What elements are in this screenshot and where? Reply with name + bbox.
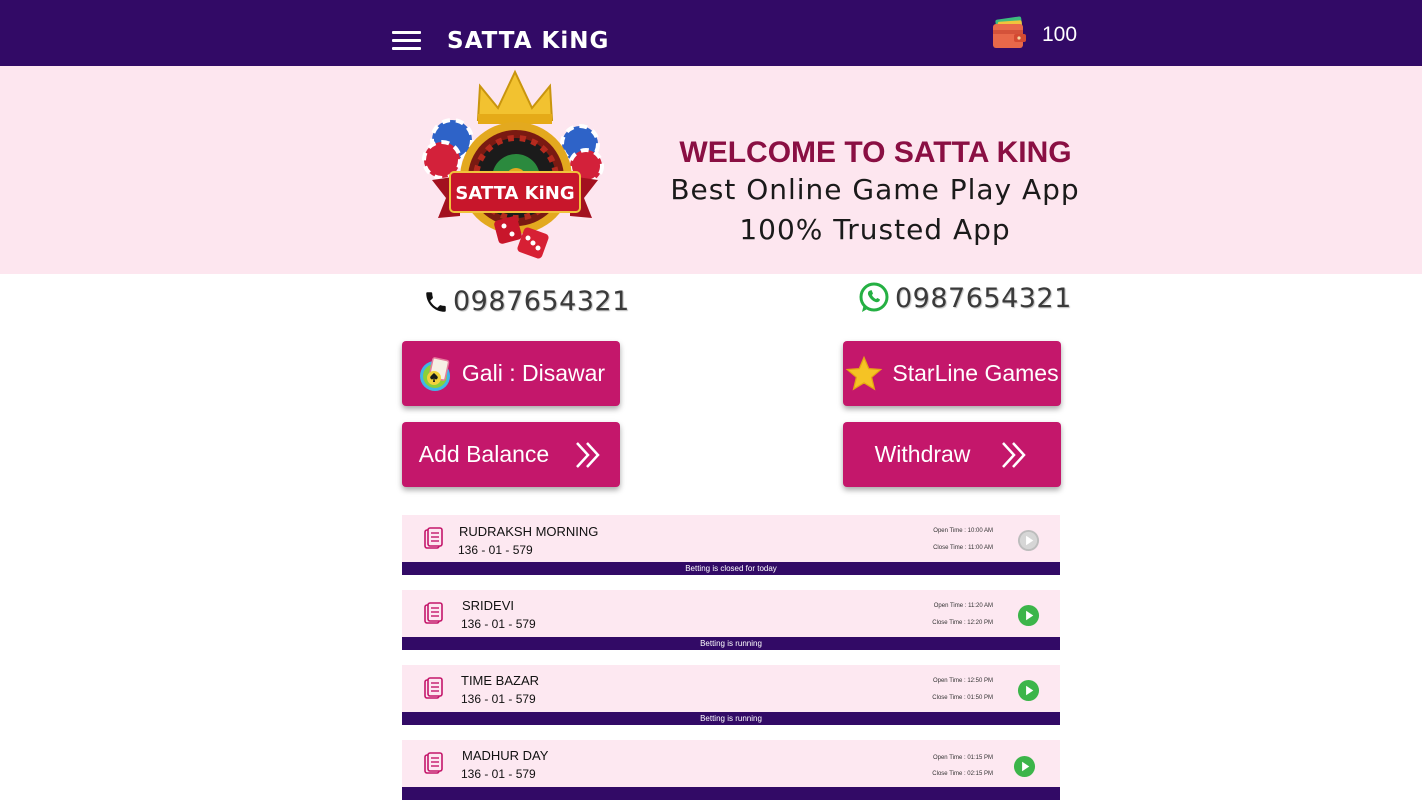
gali-disawar-button[interactable]: Gali : Disawar xyxy=(402,341,620,406)
document-icon xyxy=(424,677,443,699)
logo-text: SATTA KiNG xyxy=(455,183,574,204)
starline-games-label: StarLine Games xyxy=(892,360,1059,386)
gali-disawar-label: Gali : Disawar xyxy=(461,360,606,386)
whatsapp-contact[interactable]: 0987654321 xyxy=(857,281,1072,315)
play-icon-disabled[interactable] xyxy=(1017,529,1040,552)
game-card-sridevi[interactable]: SRIDEVI 136 - 01 - 579 Open Time : 11:20… xyxy=(402,590,1060,650)
close-time: Close Time : 01:50 PM xyxy=(932,695,993,701)
close-time: Close Time : 02:15 PM xyxy=(932,771,993,777)
open-time: Open Time : 01:15 PM xyxy=(932,755,993,761)
withdraw-button[interactable]: Withdraw xyxy=(843,422,1061,487)
starline-games-button[interactable]: StarLine Games xyxy=(843,341,1061,406)
phone-number: 0987654321 xyxy=(453,286,630,317)
play-icon[interactable] xyxy=(1013,755,1036,778)
game-name: TIME BAZAR xyxy=(461,673,540,688)
betting-status: Betting is running xyxy=(402,637,1060,650)
game-result: 136 - 01 - 579 xyxy=(458,543,533,557)
double-chevron-right-icon xyxy=(1002,441,1027,468)
open-time: Open Time : 12:50 PM xyxy=(932,678,993,684)
star-icon xyxy=(846,355,883,391)
game-card-rudraksh-morning[interactable]: RUDRAKSH MORNING 136 - 01 - 579 Open Tim… xyxy=(402,515,1060,575)
open-time: Open Time : 11:20 AM xyxy=(933,603,993,609)
game-result: 136 - 01 - 579 xyxy=(461,767,536,781)
phone-contact[interactable]: 0987654321 xyxy=(423,286,630,317)
betting-status: Betting is running xyxy=(402,712,1060,725)
whatsapp-icon xyxy=(859,282,889,312)
open-time: Open Time : 10:00 AM xyxy=(933,528,993,534)
betting-status: Betting is closed for today xyxy=(402,562,1060,575)
play-icon[interactable] xyxy=(1017,604,1040,627)
document-icon xyxy=(424,602,443,624)
betting-status xyxy=(402,787,1060,800)
hamburger-menu-icon[interactable] xyxy=(392,31,422,53)
game-card-time-bazar[interactable]: TIME BAZAR 136 - 01 - 579 Open Time : 12… xyxy=(402,665,1060,725)
app-title: SATTA KiNG xyxy=(447,28,610,54)
wallet-balance: 100 xyxy=(1042,23,1078,46)
game-result: 136 - 01 - 579 xyxy=(461,692,536,706)
close-time: Close Time : 12:20 PM xyxy=(932,620,993,626)
document-icon xyxy=(424,752,443,774)
game-result: 136 - 01 - 579 xyxy=(461,617,536,631)
card-game-icon xyxy=(419,356,450,391)
tagline-primary: Best Online Game Play App xyxy=(670,173,1080,206)
game-name: MADHUR DAY xyxy=(462,748,549,763)
satta-king-logo: SATTA KiNG xyxy=(422,69,604,259)
add-balance-button[interactable]: Add Balance xyxy=(402,422,620,487)
game-card-madhur-day[interactable]: MADHUR DAY 136 - 01 - 579 Open Time : 01… xyxy=(402,740,1060,800)
game-name: RUDRAKSH MORNING xyxy=(459,524,599,539)
double-chevron-right-icon xyxy=(576,441,600,468)
welcome-heading: WELCOME TO SATTA KING xyxy=(679,136,1072,169)
play-icon[interactable] xyxy=(1017,679,1040,702)
close-time: Close Time : 11:00 AM xyxy=(933,545,993,551)
withdraw-label: Withdraw xyxy=(874,441,971,467)
tagline-secondary: 100% Trusted App xyxy=(739,213,1011,246)
whatsapp-number: 0987654321 xyxy=(895,282,1072,314)
add-balance-label: Add Balance xyxy=(418,441,550,467)
phone-icon xyxy=(426,291,446,312)
wallet-icon[interactable] xyxy=(992,16,1028,50)
game-name: SRIDEVI xyxy=(462,598,515,613)
top-app-bar: SATTA KiNG 100 xyxy=(0,0,1422,66)
document-icon xyxy=(424,527,443,549)
